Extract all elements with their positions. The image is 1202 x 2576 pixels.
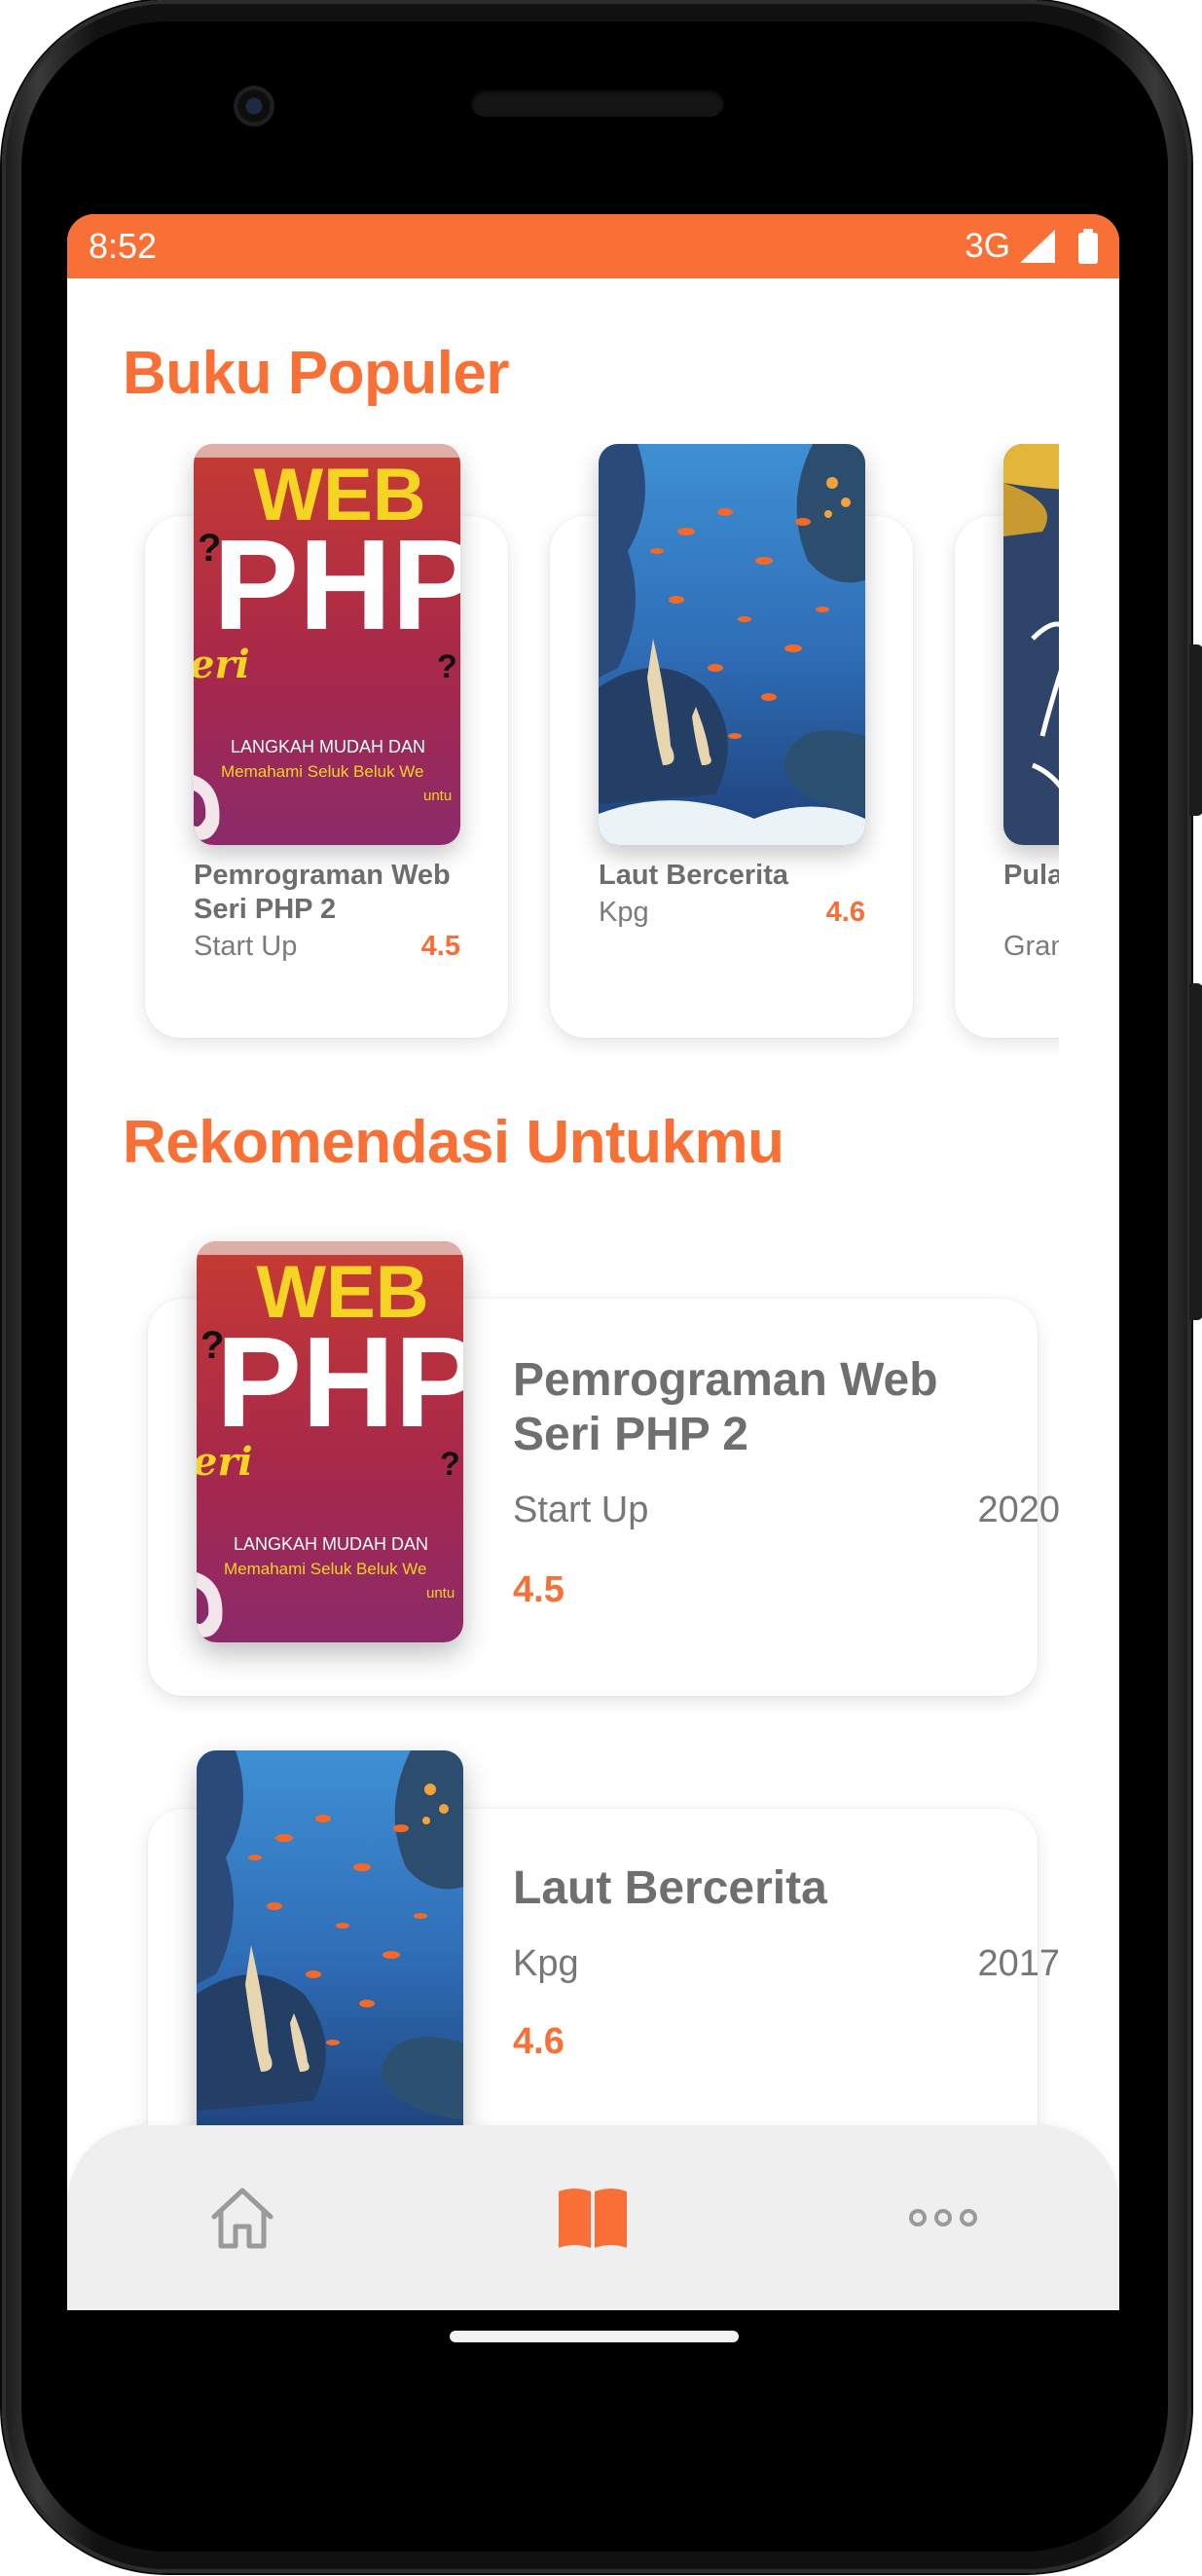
cover-word-php: PHP (213, 513, 460, 656)
cover-word-seri: eri (197, 1439, 253, 1485)
cover-line-1: LANGKAH MUDAH DAN (231, 737, 425, 756)
underwater-cover-art (599, 444, 865, 845)
cover-line-2: Memahami Seluk Beluk We (224, 1560, 427, 1578)
signal-icon (1020, 230, 1055, 263)
cover-line-3: untu (426, 1585, 455, 1601)
cover-word-seri: eri (194, 642, 250, 687)
front-camera (234, 86, 274, 127)
recommended-book-rating: 4.5 (513, 1569, 565, 1610)
battery-icon (1078, 229, 1098, 264)
gesture-home-bar[interactable] (450, 2331, 739, 2342)
popular-book-rating: 4.6 (825, 897, 865, 928)
recommended-book-title[interactable]: Pemrograman Web Seri PHP 2 (513, 1353, 980, 1462)
nav-more-button[interactable] (846, 2125, 1040, 2310)
popular-book-title[interactable]: Laut Bercerita (599, 859, 881, 893)
earpiece-speaker (471, 90, 724, 117)
book-cover-php[interactable]: WEB PHP eri ? ? LANGKAH MUDAH DAN Memaha… (194, 444, 460, 845)
recommendation-section-title: Rekomendasi Untukmu (123, 1109, 784, 1176)
cover-line-3: untu (423, 788, 452, 804)
more-icon (909, 2209, 977, 2226)
popular-section-title: Buku Populer (123, 340, 510, 407)
nav-books-button[interactable] (495, 2125, 690, 2310)
app-screen: 8:52 3G Buku Populer WEB PHP eri ? ? LAN… (67, 214, 1119, 2310)
popular-book-publisher: Gran (1003, 931, 1059, 962)
blue-cover-art (1003, 444, 1059, 845)
cover-line-2: Memahami Seluk Beluk We (221, 762, 424, 781)
svg-text:?: ? (200, 1324, 224, 1367)
recommended-book-rating: 4.6 (513, 2021, 565, 2062)
recommended-book-title[interactable]: Laut Bercerita (513, 1861, 980, 1916)
cover-word-php: PHP (216, 1310, 463, 1454)
home-icon (211, 2188, 273, 2249)
status-bar: 8:52 3G (67, 214, 1119, 278)
recommended-book-publisher: Start Up (513, 1490, 649, 1530)
network-type: 3G (965, 227, 1010, 265)
volume-button (1189, 983, 1202, 1320)
popular-book-rating: 4.5 (420, 931, 460, 962)
book-cover-php[interactable]: WEB PHP eri ? ? LANGKAH MUDAH DAN Memaha… (197, 1241, 463, 1642)
php-cover-art: WEB PHP eri ? ? LANGKAH MUDAH DAN Memaha… (194, 444, 460, 845)
bottom-navigation-bar (67, 2125, 1119, 2310)
php-cover-art: WEB PHP eri ? ? LANGKAH MUDAH DAN Memaha… (197, 1241, 463, 1642)
book-icon (559, 2189, 627, 2248)
status-time: 8:52 (89, 226, 158, 266)
popular-books-carousel[interactable]: WEB PHP eri ? ? LANGKAH MUDAH DAN Memaha… (123, 444, 1059, 1106)
recommended-book-year: 2017 (977, 1943, 1060, 1984)
status-indicators: 3G (965, 227, 1098, 266)
underwater-cover-art (197, 1750, 463, 2152)
popular-book-title[interactable]: Pula (Cer (1003, 859, 1059, 893)
recommended-book-year: 2020 (977, 1490, 1060, 1530)
svg-text:?: ? (440, 1446, 460, 1483)
popular-book-title[interactable]: Pemrograman Web Seri PHP 2 (194, 859, 476, 927)
book-cover-laut[interactable] (599, 444, 865, 845)
book-cover-pulang[interactable] (1003, 444, 1059, 845)
book-cover-laut[interactable] (197, 1750, 463, 2152)
power-button (1189, 644, 1202, 816)
popular-book-publisher: Start Up (194, 931, 298, 962)
cover-line-1: LANGKAH MUDAH DAN (234, 1534, 428, 1554)
recommended-book-publisher: Kpg (513, 1943, 579, 1984)
svg-text:?: ? (198, 527, 221, 570)
nav-home-button[interactable] (145, 2125, 340, 2310)
svg-text:?: ? (437, 648, 457, 685)
popular-book-publisher: Kpg (599, 897, 649, 928)
